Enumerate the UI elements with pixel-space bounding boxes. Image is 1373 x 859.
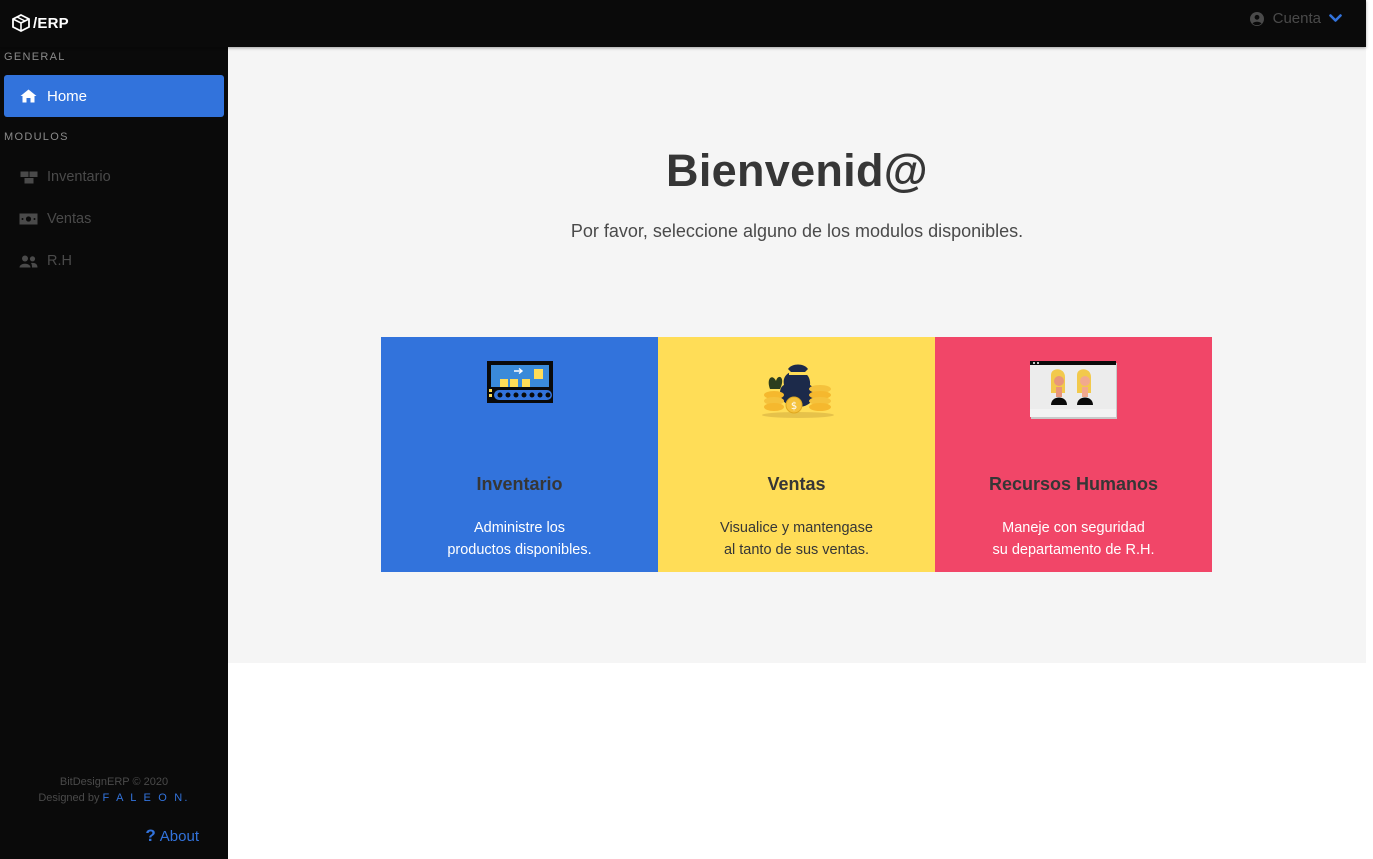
- sidebar-footer: BitDesignERP © 2020 Designed by F A L E …: [0, 774, 228, 806]
- account-dropdown[interactable]: Cuenta: [1249, 10, 1342, 27]
- menu-label-general: GENERAL: [4, 51, 66, 63]
- card-description: Maneje con seguridad su departamento de …: [935, 517, 1212, 561]
- copyright-text: BitDesignERP © 2020: [59, 776, 169, 788]
- sidebar-item-home[interactable]: Home: [4, 75, 224, 117]
- cube-icon: [10, 13, 32, 33]
- home-icon: [20, 89, 37, 103]
- sidebar-item-label: R.H: [47, 253, 72, 269]
- money-bill-icon: [19, 213, 38, 225]
- account-label: Cuenta: [1272, 10, 1321, 27]
- sidebar-item-label: Ventas: [47, 211, 92, 227]
- author-link[interactable]: F A L E O N.: [103, 792, 190, 804]
- users-icon: [19, 255, 38, 268]
- card-description-line: Visualice y mantengase: [720, 520, 873, 536]
- card-title: Inventario: [476, 474, 563, 494]
- sidebar-item-rh[interactable]: R.H: [4, 241, 224, 281]
- money-bag-coins-icon: $: [658, 359, 935, 419]
- video-call-people-icon: [935, 359, 1212, 421]
- card-title: Recursos Humanos: [988, 474, 1159, 494]
- card-title: Ventas: [767, 474, 826, 494]
- card-description: Administre los productos disponibles.: [381, 517, 658, 561]
- card-ventas[interactable]: $ Ventas Visualice y mantengase al tanto…: [658, 337, 935, 572]
- sidebar-item-inventario[interactable]: Inventario: [4, 157, 224, 197]
- chevron-down-icon: [1329, 14, 1342, 23]
- card-description-line: su departamento de R.H.: [992, 542, 1155, 558]
- menu-label-modulos: MODULOS: [4, 131, 69, 143]
- card-description-line: al tanto de sus ventas.: [723, 542, 870, 558]
- question-icon: ?: [145, 826, 156, 845]
- user-circle-icon: [1249, 11, 1264, 26]
- sidebar: GENERAL Home MODULOS Inventario Ventas R…: [0, 47, 228, 859]
- about-link[interactable]: ? About: [145, 826, 199, 846]
- card-recursos-humanos[interactable]: Recursos Humanos Maneje con seguridad su…: [935, 337, 1212, 572]
- boxes-icon: [19, 171, 38, 184]
- card-inventario[interactable]: Inventario Administre los productos disp…: [381, 337, 658, 572]
- module-cards: Inventario Administre los productos disp…: [381, 337, 1212, 572]
- designed-by-text: Designed by: [38, 792, 100, 804]
- about-label: About: [159, 827, 199, 845]
- page-subtitle: Por favor, seleccione alguno de los modu…: [570, 221, 1024, 241]
- warehouse-conveyor-icon: [381, 359, 658, 405]
- sidebar-item-label: Home: [47, 87, 88, 105]
- card-description-line: Maneje con seguridad: [1002, 520, 1145, 536]
- svg-text:$: $: [790, 401, 796, 412]
- page-title: Bienvenid@: [666, 145, 928, 196]
- logo-text: /ERP: [33, 14, 69, 32]
- card-description: Visualice y mantengase al tanto de sus v…: [658, 517, 935, 561]
- card-description-line: Administre los: [473, 520, 566, 536]
- top-navbar: /ERP Cuenta: [0, 0, 1366, 47]
- card-description-line: productos disponibles.: [447, 542, 592, 558]
- main-hero: Bienvenid@ Por favor, seleccione alguno …: [228, 47, 1366, 663]
- sidebar-item-label: Inventario: [47, 169, 111, 185]
- app-logo[interactable]: /ERP: [10, 13, 69, 33]
- sidebar-item-ventas[interactable]: Ventas: [4, 199, 224, 239]
